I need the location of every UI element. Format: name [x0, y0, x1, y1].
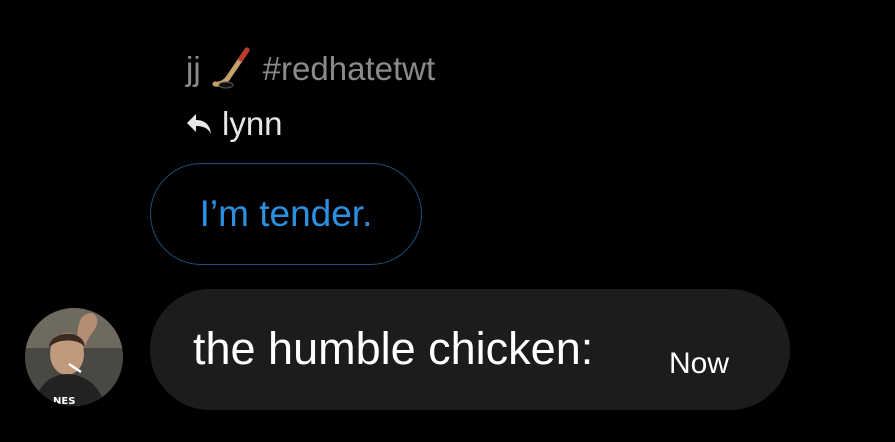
quoted-message-text: I’m tender. — [199, 193, 373, 234]
reply-to-name: lynn — [222, 105, 283, 142]
reply-to-indicator[interactable]: lynn — [186, 104, 283, 144]
message-timestamp: Now — [669, 347, 730, 380]
reply-header: jj #redhatetwt — [186, 44, 435, 92]
ice-hockey-icon — [211, 47, 253, 89]
reply-arrow-icon — [186, 112, 212, 136]
svg-text:NES: NES — [53, 396, 75, 406]
quoted-message-bubble[interactable]: I’m tender. — [150, 163, 422, 265]
message-text: the humble chicken: — [193, 323, 594, 374]
hashtag[interactable]: #redhatetwt — [263, 52, 435, 85]
sender-name: jj — [186, 49, 201, 87]
avatar[interactable]: NES — [25, 308, 123, 406]
